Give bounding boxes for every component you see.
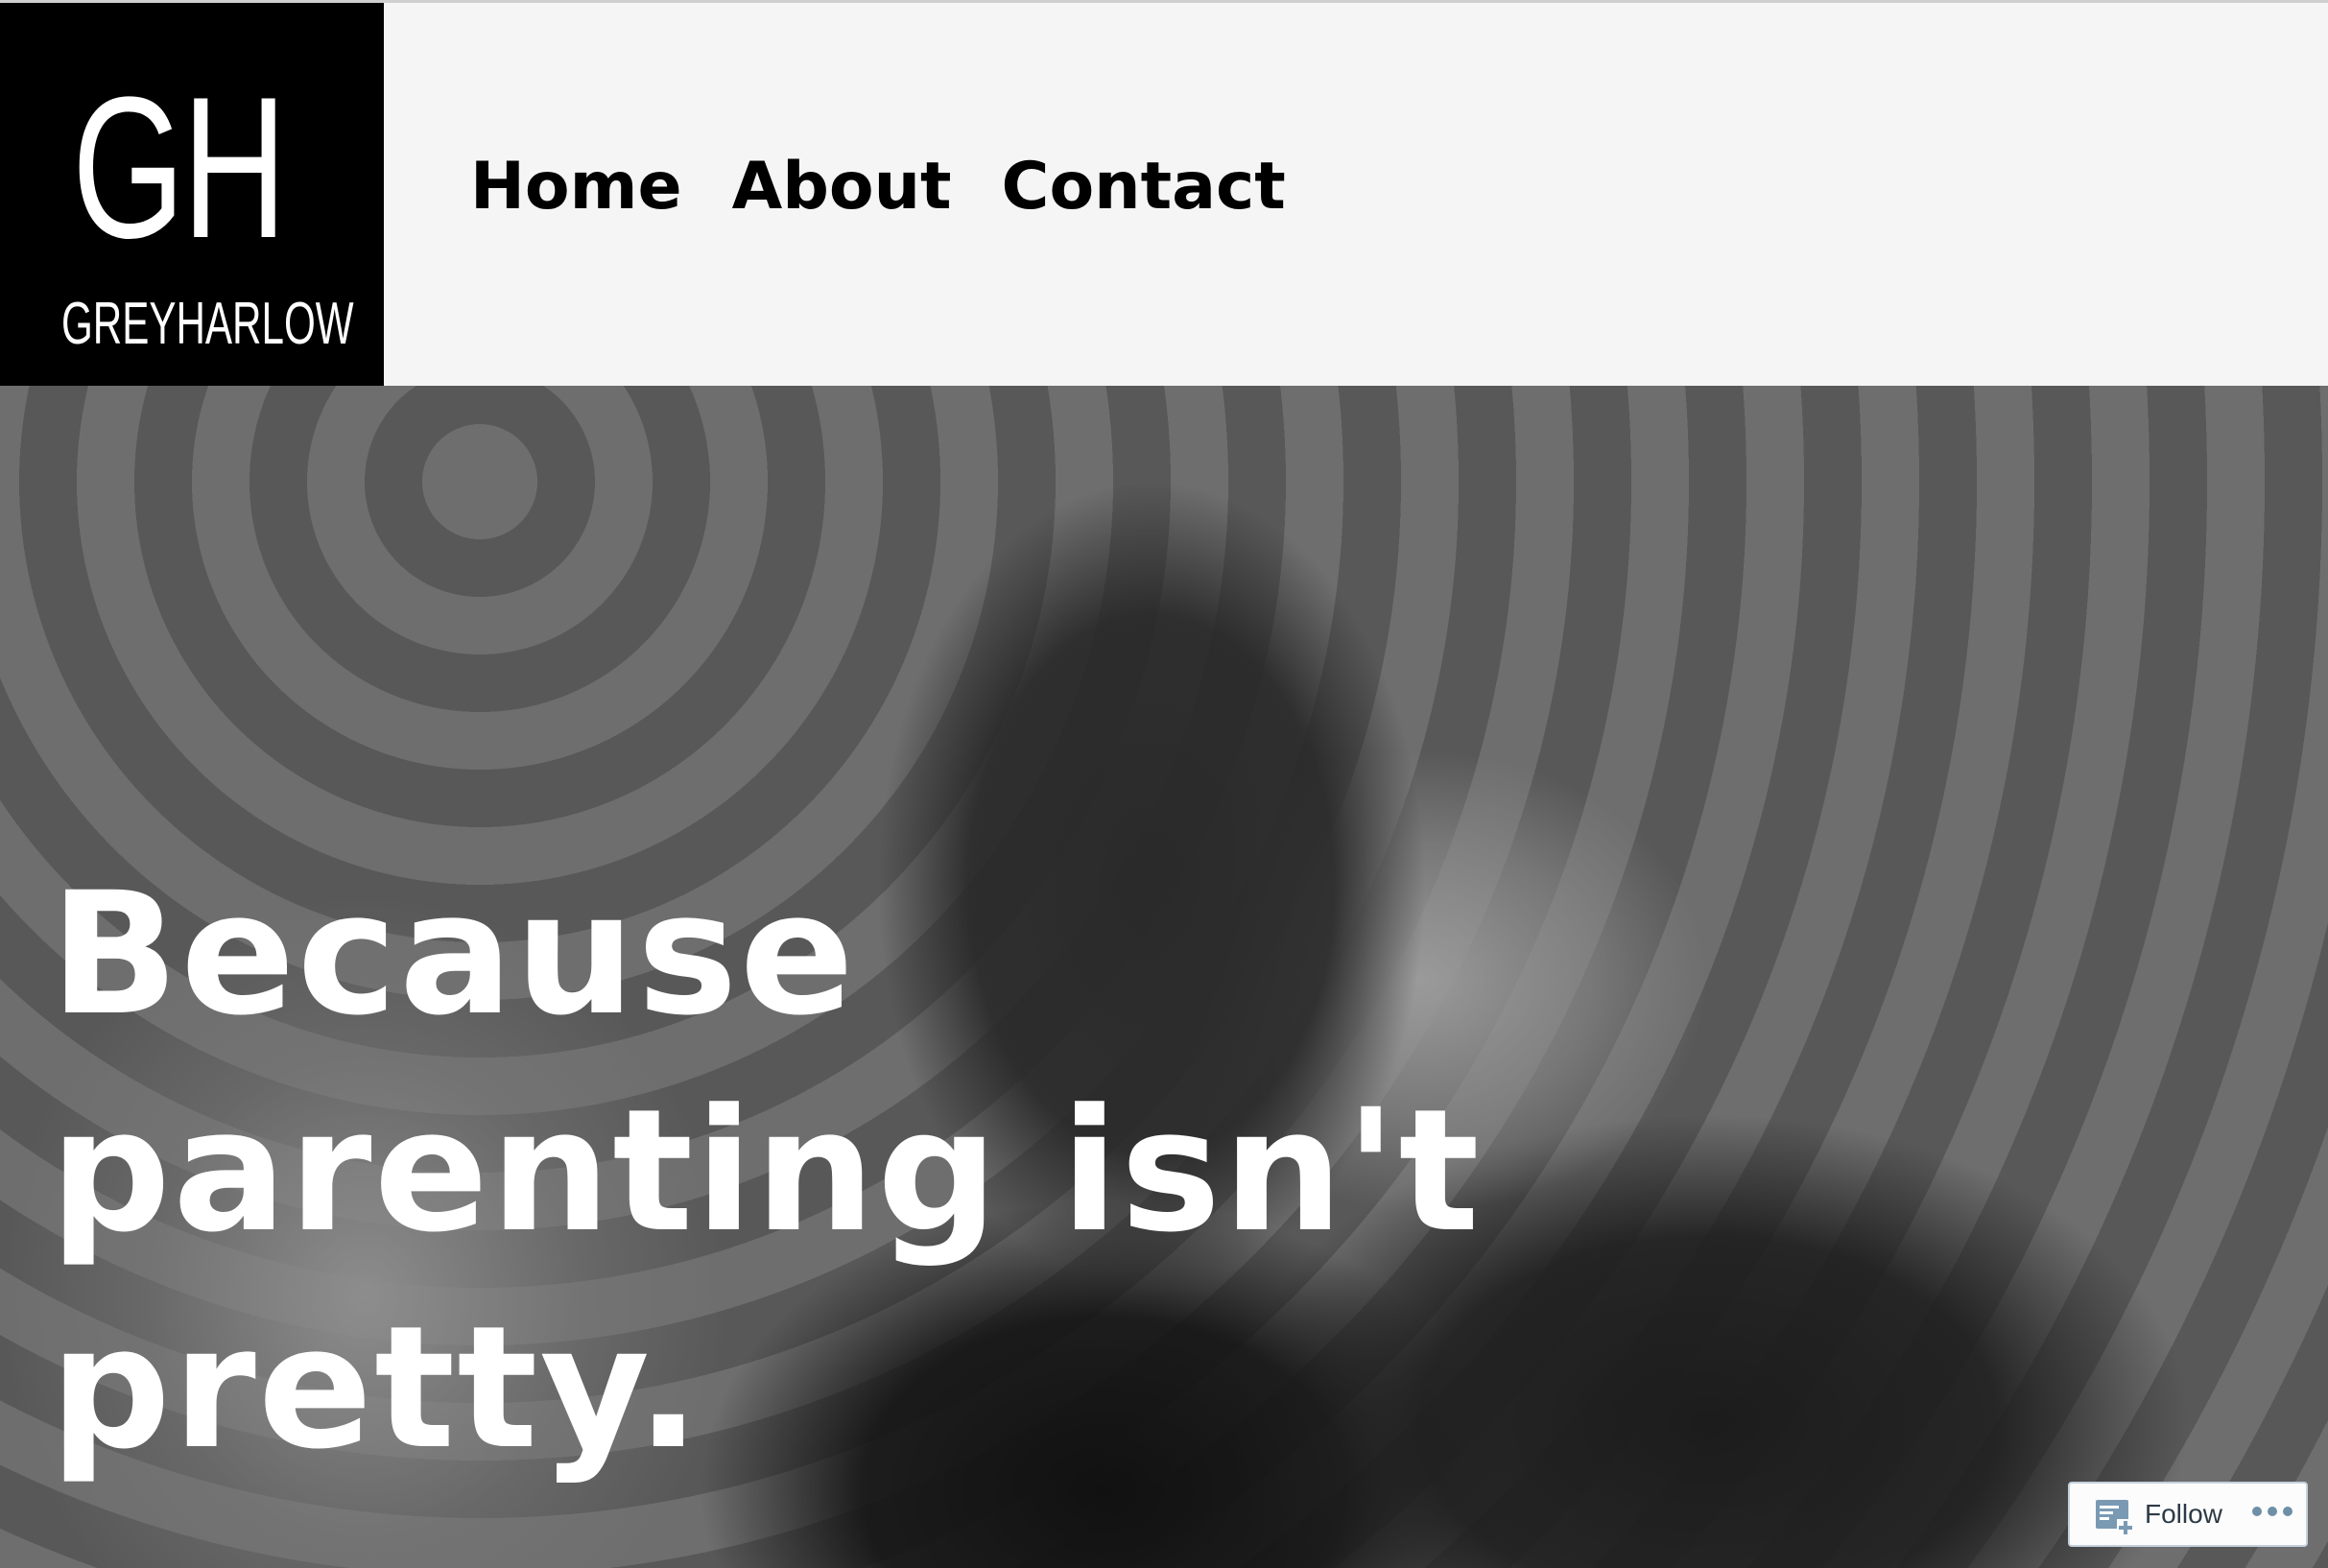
site-header: GH GREYHARLOW Home About Contact	[0, 0, 2328, 389]
nav-about[interactable]: About	[732, 147, 952, 227]
ellipsis-icon[interactable]	[2252, 1507, 2292, 1516]
follow-button[interactable]: Follow	[2145, 1497, 2222, 1532]
logo-monogram: GH	[72, 55, 287, 280]
nav-home[interactable]: Home	[470, 147, 682, 227]
logo-wordmark: GREYHARLOW	[61, 291, 354, 357]
main-nav: Home About Contact	[470, 147, 1286, 227]
hero-image: Because parenting isn't pretty.	[0, 386, 2328, 1568]
hero-headline: Because parenting isn't pretty.	[50, 856, 1482, 1486]
site-logo[interactable]: GH GREYHARLOW	[0, 3, 384, 389]
follow-widget: Follow	[2068, 1482, 2308, 1547]
nav-contact[interactable]: Contact	[1002, 147, 1286, 227]
reader-follow-icon[interactable]	[2096, 1500, 2134, 1538]
